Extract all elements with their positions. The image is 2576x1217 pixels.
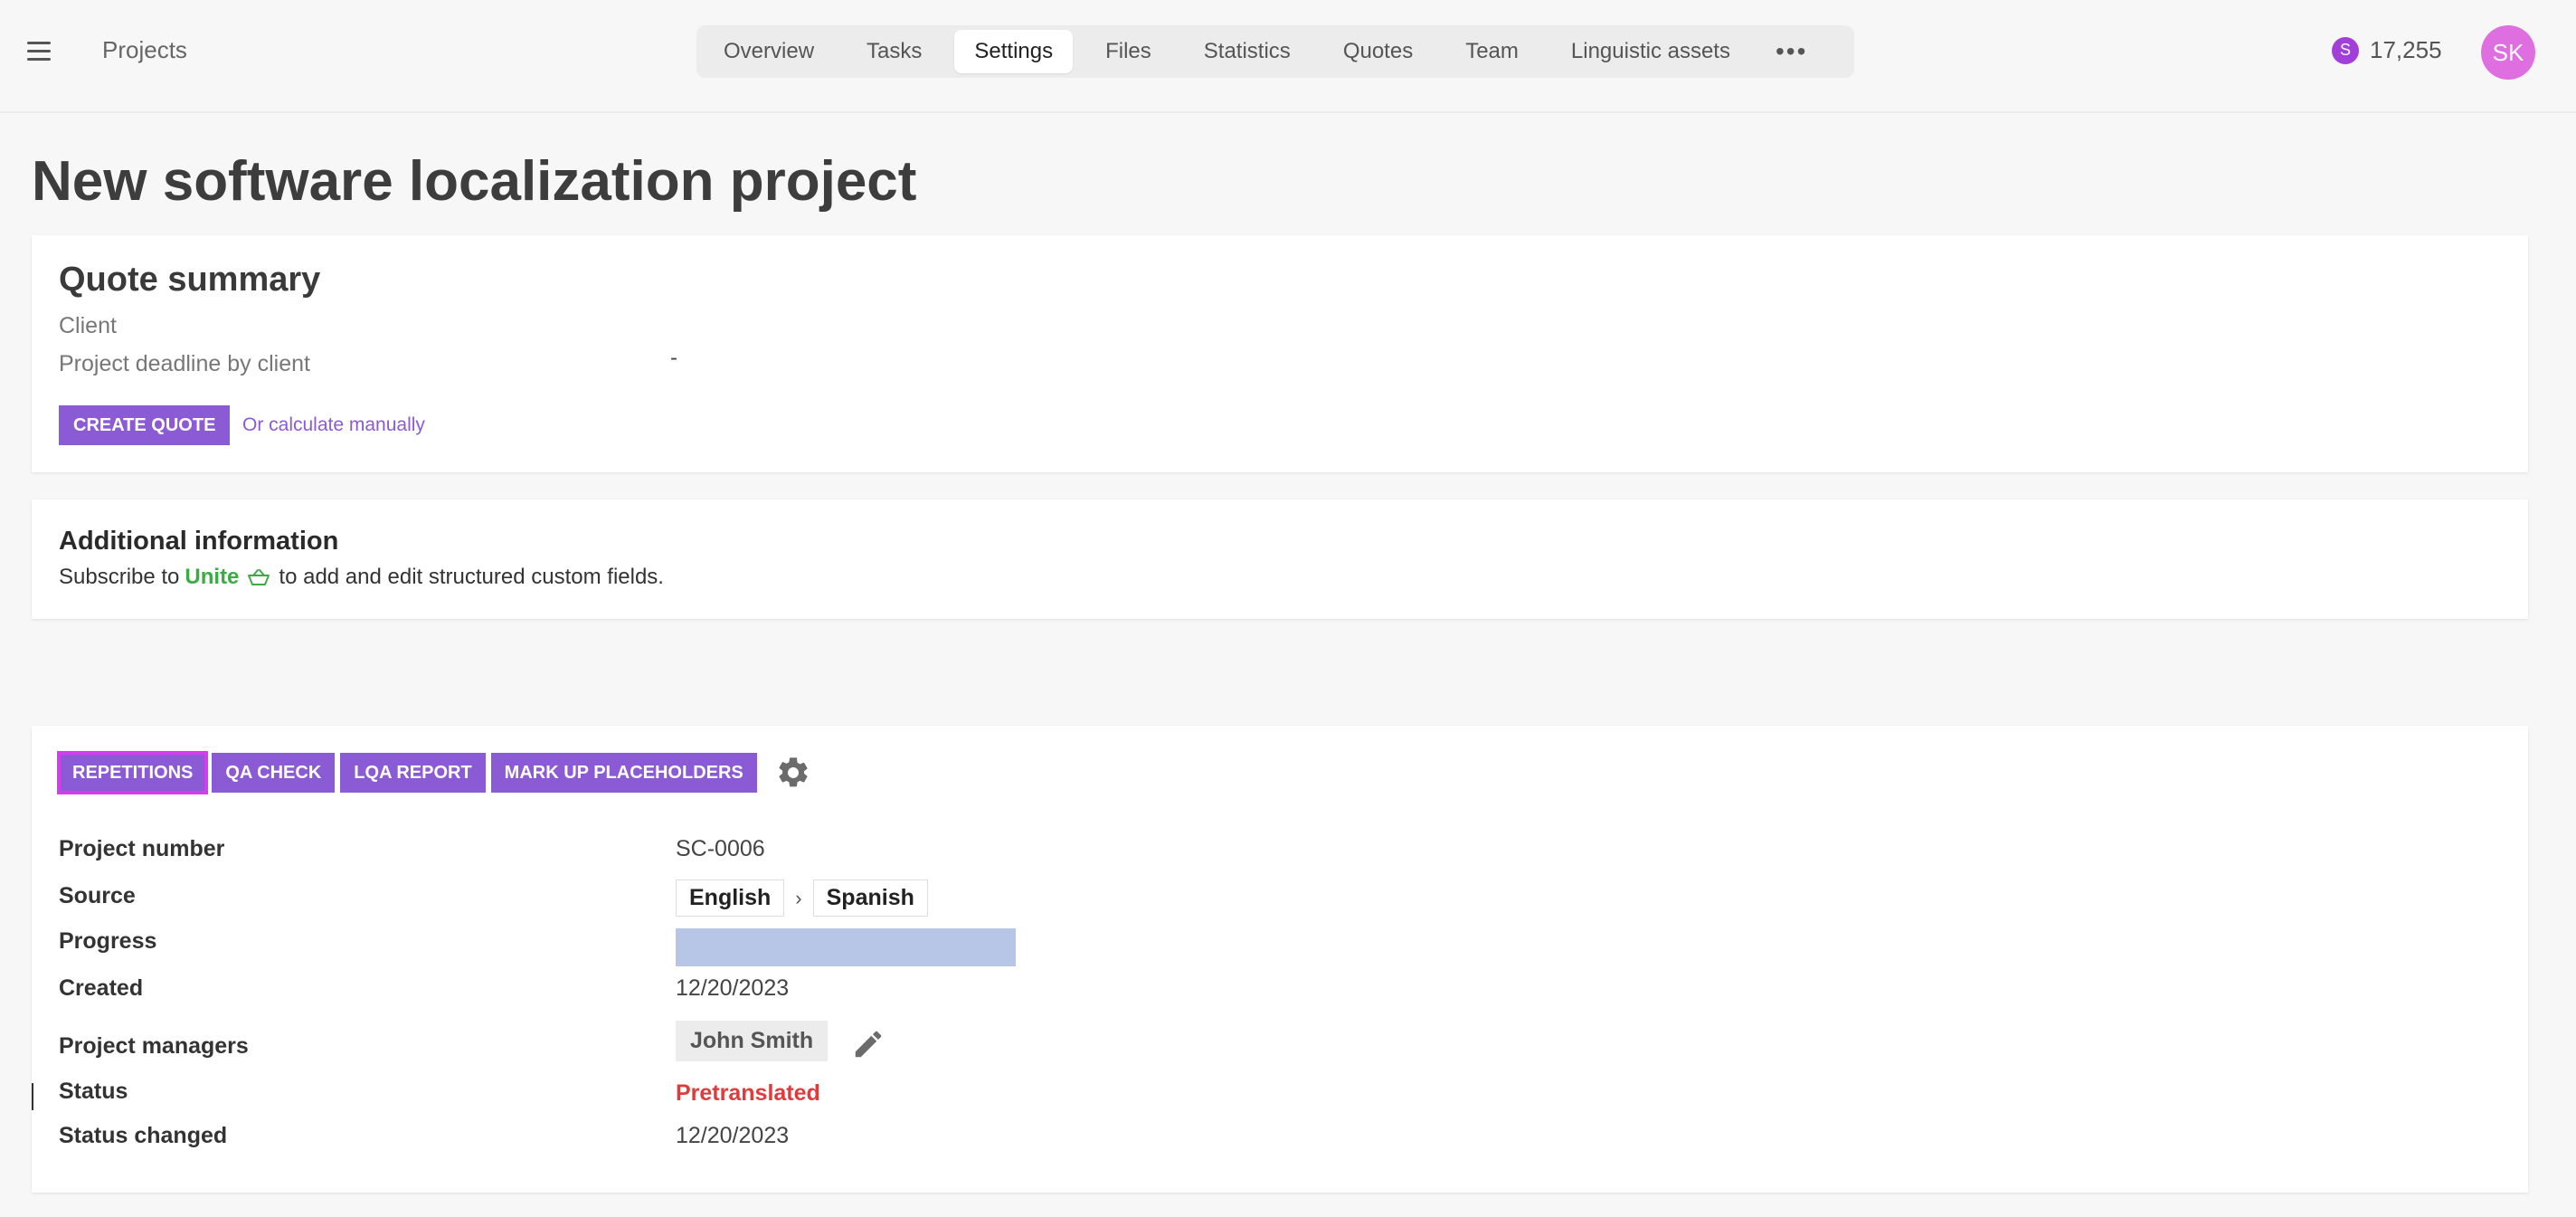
source-label: Source [59,883,136,908]
project-managers-label: Project managers [59,1033,249,1059]
project-details-card: REPETITIONS QA CHECK LQA REPORT MARK UP … [32,726,2528,1193]
gear-icon[interactable] [775,755,811,791]
quote-summary-card: Quote summary Client Project deadline by… [32,235,2528,472]
project-manager-chip[interactable]: John Smith [676,1021,829,1061]
basket-icon [248,569,270,585]
project-tabs: Overview Tasks Settings Files Statistics… [696,25,1854,78]
client-label: Client [59,313,117,338]
tab-quotes[interactable]: Quotes [1323,30,1433,73]
lqa-report-button[interactable]: LQA REPORT [340,753,486,793]
more-tabs-icon[interactable]: ••• [1763,32,1820,71]
project-toolbar: REPETITIONS QA CHECK LQA REPORT MARK UP … [56,751,811,794]
progress-label: Progress [59,928,157,954]
tab-linguistic-assets[interactable]: Linguistic assets [1551,30,1750,73]
progress-fill [676,928,1016,966]
created-value: 12/20/2023 [676,975,790,1001]
hamburger-menu-icon[interactable] [27,42,51,62]
text-cursor [32,1083,33,1110]
additional-info-text-before: Subscribe to [59,565,180,589]
pencil-icon[interactable] [851,1027,886,1061]
tab-overview[interactable]: Overview [704,30,834,73]
status-changed-label: Status changed [59,1123,228,1148]
deadline-value: - [670,346,677,370]
additional-info-title: Additional information [59,527,339,556]
status-changed-value: 12/20/2023 [676,1123,790,1148]
tab-files[interactable]: Files [1085,30,1171,73]
page-title: New software localization project [32,150,917,213]
calculate-manually-link[interactable]: Or calculate manually [242,414,425,436]
coin-icon: S [2332,36,2359,64]
project-number-value: SC-0006 [676,836,765,861]
chevron-right-icon: › [795,887,802,909]
project-number-label: Project number [59,836,225,861]
additional-info-text-after: to add and edit structured custom fields… [279,565,664,589]
quote-summary-title: Quote summary [59,261,321,299]
tab-statistics[interactable]: Statistics [1184,30,1311,73]
tab-team[interactable]: Team [1445,30,1539,73]
qa-check-button[interactable]: QA CHECK [212,753,336,793]
balance-display[interactable]: S 17,255 [2332,36,2442,64]
project-managers-value: John Smith [676,1021,829,1061]
tab-settings[interactable]: Settings [954,30,1074,73]
create-quote-button[interactable]: CREATE QUOTE [59,405,231,445]
repetitions-button[interactable]: REPETITIONS [56,751,209,794]
app-title[interactable]: Projects [102,36,187,64]
additional-info-text: Subscribe to Unite to add and edit struc… [59,565,664,590]
additional-info-card: Additional information Subscribe to Unit… [32,499,2528,619]
source-language-chip: English [676,879,785,917]
avatar[interactable]: SK [2481,25,2535,80]
tab-tasks[interactable]: Tasks [847,30,942,73]
balance-value: 17,255 [2370,36,2442,63]
language-pair: English › Spanish [676,879,928,917]
created-label: Created [59,975,144,1001]
target-language-chip: Spanish [812,879,928,917]
unite-link[interactable]: Unite [185,565,239,590]
top-bar: Projects Overview Tasks Settings Files S… [0,0,2576,113]
status-value: Pretranslated [676,1080,820,1106]
deadline-label: Project deadline by client [59,351,310,376]
status-label: Status [59,1079,128,1104]
mark-up-placeholders-button[interactable]: MARK UP PLACEHOLDERS [490,753,757,793]
progress-bar [676,928,1016,966]
